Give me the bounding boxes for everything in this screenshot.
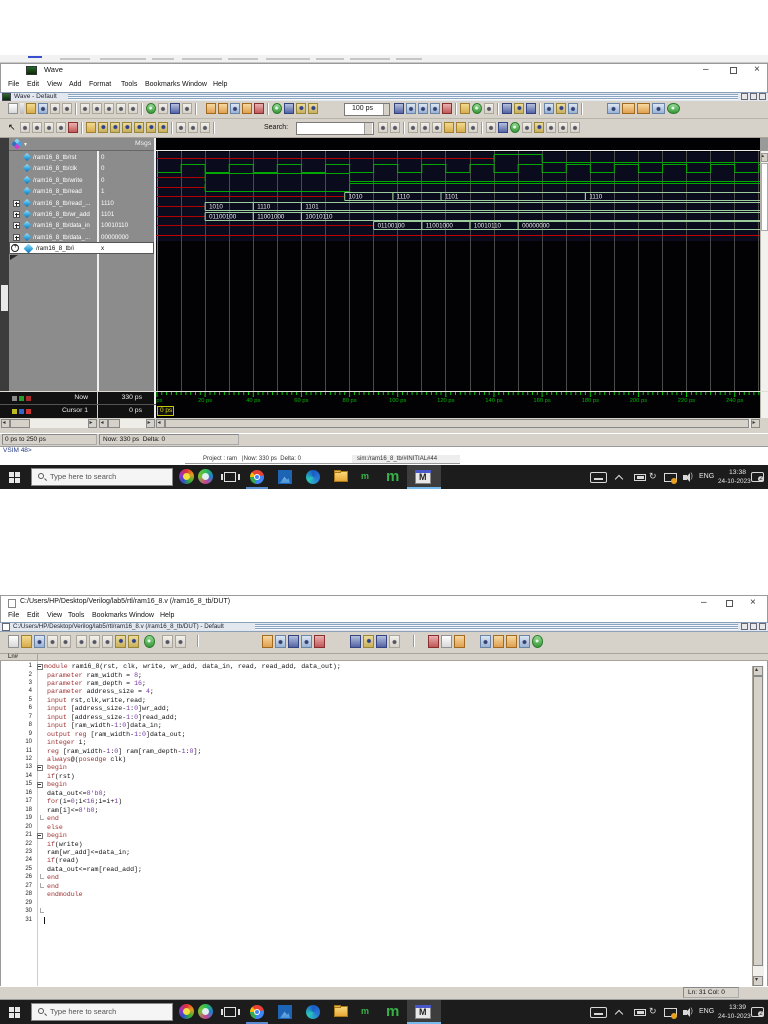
svg-text:240 ps: 240 ps: [726, 398, 744, 404]
svg-text:01100100: 01100100: [209, 214, 237, 221]
svg-text:40 ps: 40 ps: [246, 398, 260, 404]
svg-text:1010: 1010: [209, 204, 223, 211]
svg-text:120 ps: 120 ps: [437, 398, 455, 404]
svg-text:1110: 1110: [257, 204, 270, 211]
svg-text:01100100: 01100100: [378, 223, 406, 230]
svg-text:200 ps: 200 ps: [630, 398, 648, 404]
svg-text:10010110: 10010110: [474, 223, 502, 230]
svg-text:11001000: 11001000: [426, 223, 454, 230]
svg-text:11001000: 11001000: [257, 214, 285, 221]
svg-text:220 ps: 220 ps: [678, 398, 696, 404]
svg-text:0 ps: 0 ps: [156, 398, 163, 404]
svg-text:180 ps: 180 ps: [582, 398, 600, 404]
svg-text:10010110: 10010110: [305, 214, 333, 221]
svg-text:1101: 1101: [305, 204, 319, 211]
svg-text:00000000: 00000000: [522, 223, 550, 230]
svg-text:1110: 1110: [589, 194, 602, 201]
svg-text:160 ps: 160 ps: [533, 398, 551, 404]
svg-text:1101: 1101: [445, 194, 459, 201]
svg-text:1010: 1010: [349, 194, 363, 201]
svg-text:80 ps: 80 ps: [343, 398, 357, 404]
svg-text:100 ps: 100 ps: [389, 398, 407, 404]
svg-text:1110: 1110: [397, 194, 410, 201]
svg-text:60 ps: 60 ps: [294, 398, 308, 404]
svg-text:140 ps: 140 ps: [485, 398, 503, 404]
svg-text:20 ps: 20 ps: [198, 398, 212, 404]
